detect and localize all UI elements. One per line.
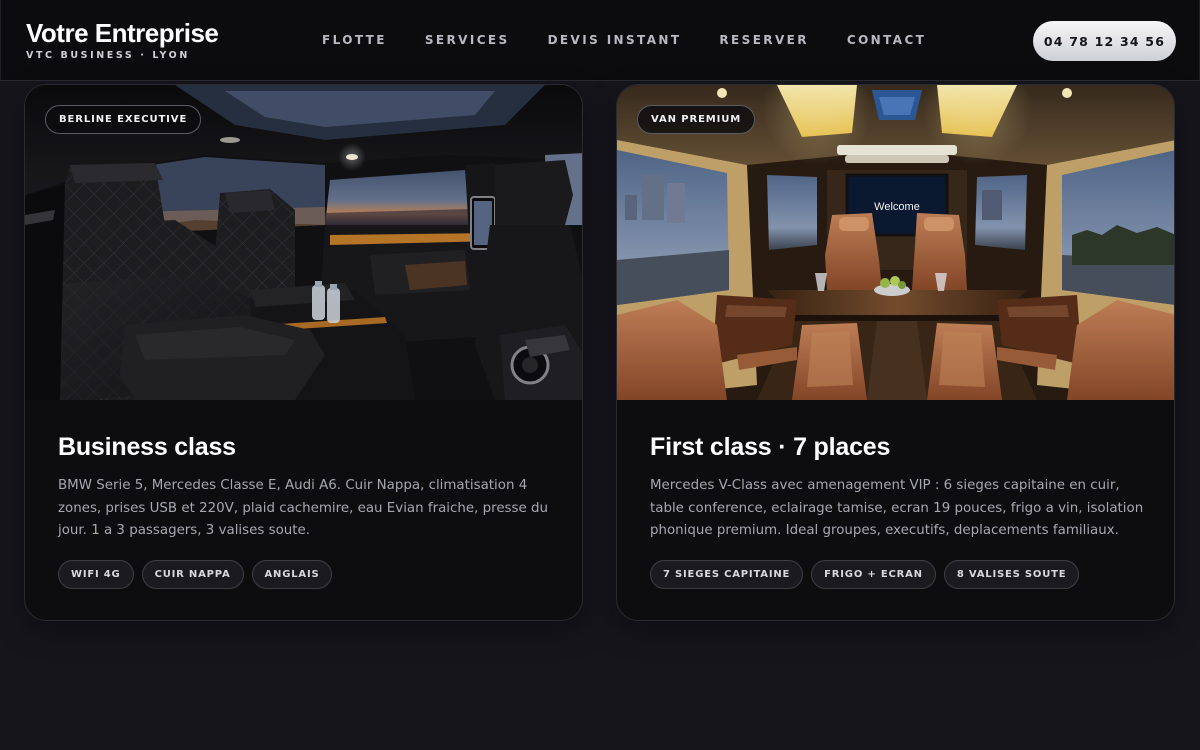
fleet-card-business[interactable]: BERLINE EXECUTIVE Business class BMW Ser… — [24, 84, 583, 621]
nav-item-contact[interactable]: CONTACT — [847, 33, 926, 47]
nav-item-reserver[interactable]: RESERVER — [719, 33, 808, 47]
nav-item-services[interactable]: SERVICES — [425, 33, 510, 47]
fleet-card-first-class[interactable]: Welcome VAN PREMIUM First class · 7 plac… — [616, 84, 1175, 621]
nav-item-devis-instant[interactable]: DEVIS INSTANT — [548, 33, 682, 47]
brand-tagline: VTC BUSINESS · LYON — [26, 50, 190, 61]
feature-chip: CUIR NAPPA — [141, 560, 244, 589]
phone-call-button[interactable]: 04 78 12 34 56 — [1033, 21, 1176, 61]
card-title: Business class — [58, 433, 236, 461]
card-description: Mercedes V-Class avec amenagement VIP : … — [650, 478, 1144, 538]
card-description: BMW Serie 5, Mercedes Classe E, Audi A6.… — [58, 478, 548, 538]
feature-chips: WIFI 4G CUIR NAPPA ANGLAIS — [58, 560, 333, 589]
brand-logo[interactable]: Votre Entreprise VTC BUSINESS · LYON — [26, 18, 219, 61]
category-badge: BERLINE EXECUTIVE — [45, 105, 202, 134]
main-nav: FLOTTE SERVICES DEVIS INSTANT RESERVER C… — [322, 33, 926, 47]
feature-chip: ANGLAIS — [251, 560, 333, 589]
feature-chips: 7 SIEGES CAPITAINE FRIGO + ECRAN 8 VALIS… — [650, 560, 1080, 589]
feature-chip: FRIGO + ECRAN — [811, 560, 936, 589]
brand-name: Votre Entreprise — [26, 18, 219, 48]
nav-item-flotte[interactable]: FLOTTE — [322, 33, 387, 47]
feature-chip: 7 SIEGES CAPITAINE — [650, 560, 804, 589]
feature-chip: WIFI 4G — [58, 560, 134, 589]
site-header: Votre Entreprise VTC BUSINESS · LYON FLO… — [0, 0, 1200, 81]
feature-chip: 8 VALISES SOUTE — [943, 560, 1080, 589]
card-title: First class · 7 places — [650, 433, 891, 461]
category-badge: VAN PREMIUM — [637, 105, 756, 134]
